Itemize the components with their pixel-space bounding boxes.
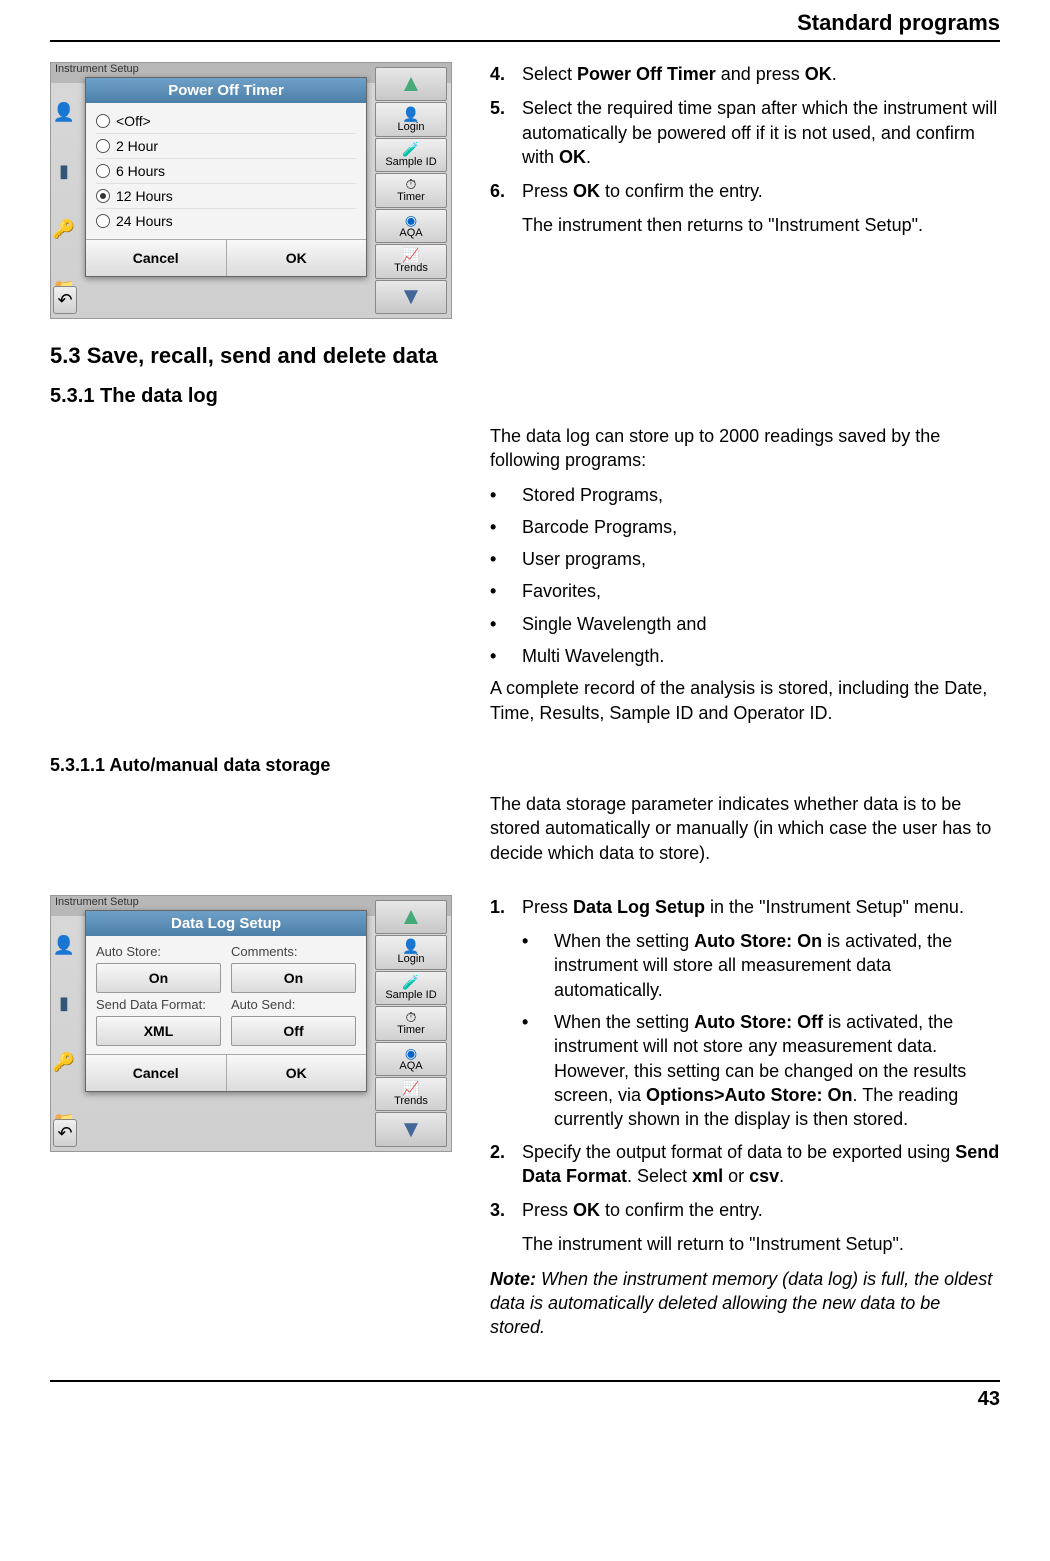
screenshot-left-icons: 👤 ▮ 🔑 📁 [51, 916, 77, 1151]
sub-bullet-autostore-on: •When the setting Auto Store: On is acti… [522, 929, 1000, 1002]
bullet-favorites: •Favorites, [490, 579, 1000, 603]
option-24hours: 24 Hours [96, 209, 356, 233]
bullet-stored-programs: •Stored Programs, [490, 483, 1000, 507]
datalog-outro: A complete record of the analysis is sto… [490, 676, 1000, 725]
step-1: 1. Press Data Log Setup in the "Instrume… [490, 895, 1000, 919]
autosend-value: Off [231, 1016, 356, 1046]
data-log-setup-dialog: Data Log Setup Auto Store: Comments: On … [85, 910, 367, 1092]
step-4: 4. Select Power Off Timer and press OK. [490, 62, 1000, 86]
heading-5-3: 5.3 Save, recall, send and delete data [50, 343, 1000, 369]
option-6hours: 6 Hours [96, 159, 356, 184]
note: Note: When the instrument memory (data l… [490, 1267, 1000, 1340]
key-icon: 🔑 [53, 1052, 75, 1073]
key-icon: 🔑 [53, 219, 75, 240]
trends-button: 📈Trends [375, 1077, 447, 1111]
power-off-timer-screenshot: Instrument Setup 👤 ▮ 🔑 📁 ↶ Power Off Tim… [50, 62, 452, 319]
screenshot-left-icons: 👤 ▮ 🔑 📁 [51, 83, 77, 318]
step-3: 3. Press OK to confirm the entry. [490, 1198, 1000, 1222]
sample-id-button: 🧪Sample ID [375, 138, 447, 172]
step-3-follow: The instrument will return to "Instrumen… [522, 1232, 1000, 1256]
cancel-button: Cancel [86, 240, 227, 276]
heading-5-3-1: 5.3.1 The data log [50, 385, 1000, 408]
sub-bullet-autostore-off: •When the setting Auto Store: Off is act… [522, 1010, 1000, 1131]
sample-id-button: 🧪Sample ID [375, 971, 447, 1005]
login-button: 👤Login [375, 935, 447, 969]
sendformat-value: XML [96, 1016, 221, 1046]
trends-button: 📈Trends [375, 244, 447, 278]
arrow-up-icon: ▲ [375, 900, 447, 934]
autostorage-intro: The data storage parameter indicates whe… [490, 792, 1000, 865]
option-12hours: 12 Hours [96, 184, 356, 209]
aqa-button: ◉AQA [375, 1042, 447, 1076]
screenshot-right-panel: ▲ 👤Login 🧪Sample ID ⏱Timer ◉AQA 📈Trends … [375, 900, 447, 1147]
person-icon: 👤 [53, 935, 75, 956]
timer-button: ⏱Timer [375, 173, 447, 207]
ok-button: OK [227, 1055, 367, 1091]
cancel-button: Cancel [86, 1055, 227, 1091]
step-6: 6. Press OK to confirm the entry. [490, 179, 1000, 203]
power-off-timer-dialog: Power Off Timer <Off> 2 Hour 6 Hours 12 … [85, 77, 367, 277]
barcode-icon: ▮ [59, 161, 69, 182]
bullet-multi-wavelength: •Multi Wavelength. [490, 644, 1000, 668]
bullet-user-programs: •User programs, [490, 547, 1000, 571]
ok-button: OK [227, 240, 367, 276]
screenshot-right-panel: ▲ 👤Login 🧪Sample ID ⏱Timer ◉AQA 📈Trends … [375, 67, 447, 314]
option-2hour: 2 Hour [96, 134, 356, 159]
login-button: 👤Login [375, 102, 447, 136]
page-header: Standard programs [50, 0, 1000, 42]
back-icon: ↶ [53, 1119, 77, 1147]
sendformat-label: Send Data Format: [96, 997, 221, 1012]
bullet-barcode-programs: •Barcode Programs, [490, 515, 1000, 539]
aqa-button: ◉AQA [375, 209, 447, 243]
heading-5-3-1-1: 5.3.1.1 Auto/manual data storage [50, 755, 1000, 776]
bullet-single-wavelength: •Single Wavelength and [490, 612, 1000, 636]
timer-button: ⏱Timer [375, 1006, 447, 1040]
datalog-intro: The data log can store up to 2000 readin… [490, 424, 1000, 473]
step-2: 2. Specify the output format of data to … [490, 1140, 1000, 1189]
arrow-up-icon: ▲ [375, 67, 447, 101]
autostore-value: On [96, 963, 221, 993]
comments-label: Comments: [231, 944, 356, 959]
autosend-label: Auto Send: [231, 997, 356, 1012]
arrow-down-icon: ▼ [375, 280, 447, 314]
person-icon: 👤 [53, 102, 75, 123]
page-number: 43 [50, 1380, 1000, 1417]
back-icon: ↶ [53, 286, 77, 314]
step-5: 5. Select the required time span after w… [490, 96, 1000, 169]
dialog-title: Data Log Setup [86, 911, 366, 936]
comments-value: On [231, 963, 356, 993]
step-6-follow: The instrument then returns to "Instrume… [522, 213, 1000, 237]
arrow-down-icon: ▼ [375, 1112, 447, 1146]
barcode-icon: ▮ [59, 993, 69, 1014]
dialog-title: Power Off Timer [86, 78, 366, 103]
data-log-setup-screenshot: Instrument Setup 👤 ▮ 🔑 📁 ↶ Data Log Setu… [50, 895, 452, 1152]
option-off: <Off> [96, 109, 356, 134]
autostore-label: Auto Store: [96, 944, 221, 959]
